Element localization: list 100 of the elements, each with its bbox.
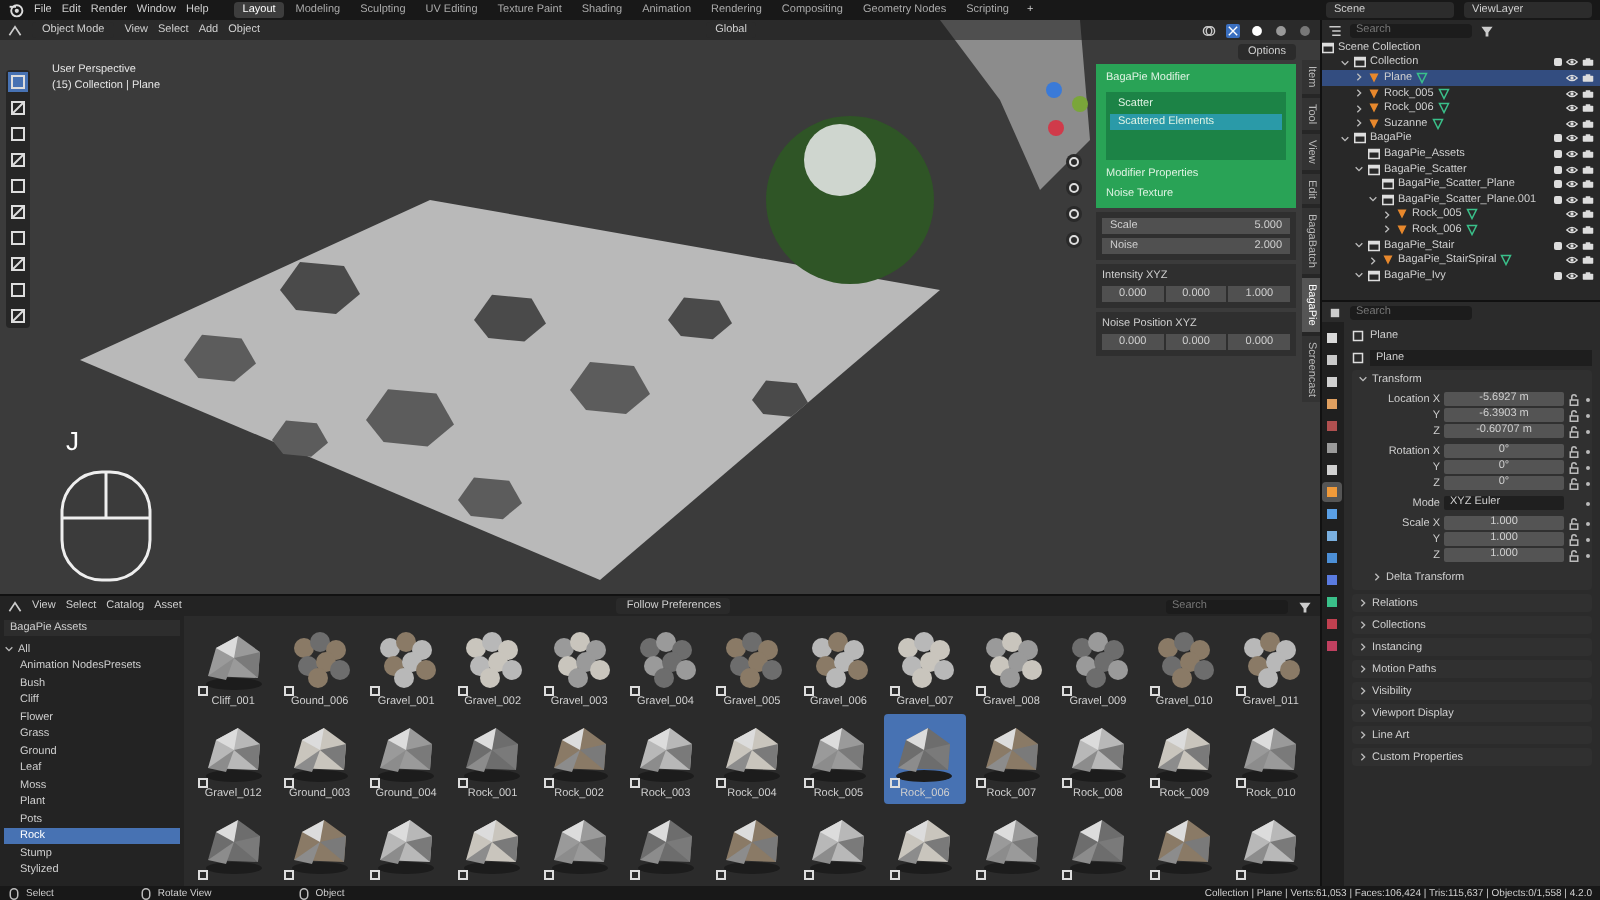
checkbox[interactable] <box>1554 58 1562 67</box>
asset-mark-icon <box>889 870 900 880</box>
asset-mark-icon <box>1235 778 1246 788</box>
caret-icon[interactable] <box>1358 620 1368 630</box>
eye-icon[interactable] <box>1566 254 1578 267</box>
caret-icon[interactable] <box>1354 164 1364 175</box>
eye-icon[interactable] <box>1566 71 1578 84</box>
tool-icon[interactable] <box>8 280 28 300</box>
checkbox[interactable] <box>1554 134 1562 143</box>
eye-icon[interactable] <box>1566 193 1578 206</box>
keyframe-dot-icon[interactable] <box>1584 551 1592 559</box>
caret-icon[interactable] <box>1358 664 1368 674</box>
properties-tab-icon[interactable] <box>1322 328 1342 348</box>
eye-icon[interactable] <box>1566 239 1578 252</box>
asset-mark-icon <box>543 870 554 880</box>
checkbox[interactable] <box>1554 180 1562 189</box>
editor-type-icon[interactable] <box>8 599 22 613</box>
editor-type-icon[interactable] <box>8 23 22 37</box>
eye-icon[interactable] <box>1566 163 1578 176</box>
caret-icon[interactable] <box>1358 730 1368 740</box>
properties-tab-icon[interactable] <box>1322 372 1342 392</box>
eye-icon[interactable] <box>1566 56 1578 69</box>
asset-mark-icon <box>889 686 900 696</box>
properties-tab-icon[interactable] <box>1322 482 1342 502</box>
asset-mark-icon <box>803 686 814 696</box>
checkbox[interactable] <box>1554 195 1562 204</box>
caret-icon[interactable] <box>1358 752 1368 762</box>
eye-icon[interactable] <box>1566 102 1578 115</box>
properties-tab-icon[interactable] <box>1322 548 1342 568</box>
collection-icon <box>1368 269 1380 282</box>
lock-icon[interactable] <box>1568 393 1580 405</box>
properties-tab-icon[interactable] <box>1322 394 1342 414</box>
tool-icon[interactable] <box>8 176 28 196</box>
keyframe-dot-icon[interactable] <box>1584 411 1592 419</box>
asset-mark-icon <box>1062 870 1073 880</box>
tool-icon[interactable] <box>8 124 28 144</box>
asset-mark-icon <box>630 870 641 880</box>
asset-mark-icon <box>1062 778 1073 788</box>
asset-mark-icon <box>803 778 814 788</box>
checkbox[interactable] <box>1554 165 1562 174</box>
eye-icon[interactable] <box>1566 208 1578 221</box>
shading-solid-icon[interactable] <box>1250 23 1265 37</box>
keyframe-dot-icon[interactable] <box>1584 499 1592 507</box>
properties-tab-icon[interactable] <box>1322 504 1342 524</box>
lock-icon[interactable] <box>1568 445 1580 457</box>
keyframe-dot-icon[interactable] <box>1584 395 1592 403</box>
caret-icon[interactable] <box>1372 572 1382 582</box>
properties-tab-icon[interactable] <box>1322 350 1342 370</box>
editor-type-icon[interactable] <box>1328 305 1342 319</box>
tool-icon[interactable] <box>8 306 28 326</box>
tool-icon[interactable] <box>8 202 28 222</box>
checkbox[interactable] <box>1554 241 1562 250</box>
eye-icon[interactable] <box>1566 269 1578 282</box>
caret-icon[interactable] <box>1358 708 1368 718</box>
lock-icon[interactable] <box>1568 409 1580 421</box>
pressed-key: J <box>66 426 79 456</box>
asset-mark-icon <box>370 870 381 880</box>
app-logo-icon[interactable] <box>8 2 24 18</box>
mouse-drawing <box>60 470 152 582</box>
mouse-icon <box>297 887 310 899</box>
navigation-gizmo[interactable] <box>1044 80 1092 140</box>
keyframe-dot-icon[interactable] <box>1584 535 1592 543</box>
keyframe-dot-icon[interactable] <box>1584 447 1592 455</box>
caret-icon[interactable] <box>1358 374 1368 384</box>
eye-icon[interactable] <box>1566 223 1578 236</box>
lock-icon[interactable] <box>1568 517 1580 529</box>
properties-tab-icon[interactable] <box>1322 438 1342 458</box>
lock-icon[interactable] <box>1568 461 1580 473</box>
eye-icon[interactable] <box>1566 87 1578 100</box>
checkbox[interactable] <box>1554 271 1562 280</box>
mouse-icon <box>139 887 152 899</box>
caret-icon[interactable] <box>1358 686 1368 696</box>
keyframe-dot-icon[interactable] <box>1584 519 1592 527</box>
keyframe-dot-icon[interactable] <box>1584 479 1592 487</box>
lock-icon[interactable] <box>1568 477 1580 489</box>
tool-icon[interactable] <box>8 228 28 248</box>
filter-icon[interactable] <box>1298 599 1312 613</box>
editor-type-icon[interactable] <box>1328 23 1342 37</box>
lock-icon[interactable] <box>1568 533 1580 545</box>
lock-icon[interactable] <box>1568 549 1580 561</box>
lock-icon[interactable] <box>1568 425 1580 437</box>
tool-icon[interactable] <box>8 150 28 170</box>
eye-icon[interactable] <box>1566 147 1578 160</box>
caret-icon[interactable] <box>1358 642 1368 652</box>
keyframe-dot-icon[interactable] <box>1584 463 1592 471</box>
caret-icon[interactable] <box>4 644 14 654</box>
eye-icon[interactable] <box>1566 132 1578 145</box>
checkbox[interactable] <box>1554 149 1562 158</box>
eye-icon[interactable] <box>1566 117 1578 130</box>
tool-icon[interactable] <box>8 254 28 274</box>
shading-material-icon[interactable] <box>1274 23 1289 37</box>
properties-tab-icon[interactable] <box>1322 460 1342 480</box>
caret-icon[interactable] <box>1358 598 1368 608</box>
overlay-icon[interactable] <box>1202 23 1217 37</box>
properties-tab-icon[interactable] <box>1322 592 1342 612</box>
shading-render-icon[interactable] <box>1298 23 1313 37</box>
keyframe-dot-icon[interactable] <box>1584 427 1592 435</box>
properties-tab-icon[interactable] <box>1322 526 1342 546</box>
eye-icon[interactable] <box>1566 178 1578 191</box>
tool-icon[interactable] <box>8 98 28 118</box>
